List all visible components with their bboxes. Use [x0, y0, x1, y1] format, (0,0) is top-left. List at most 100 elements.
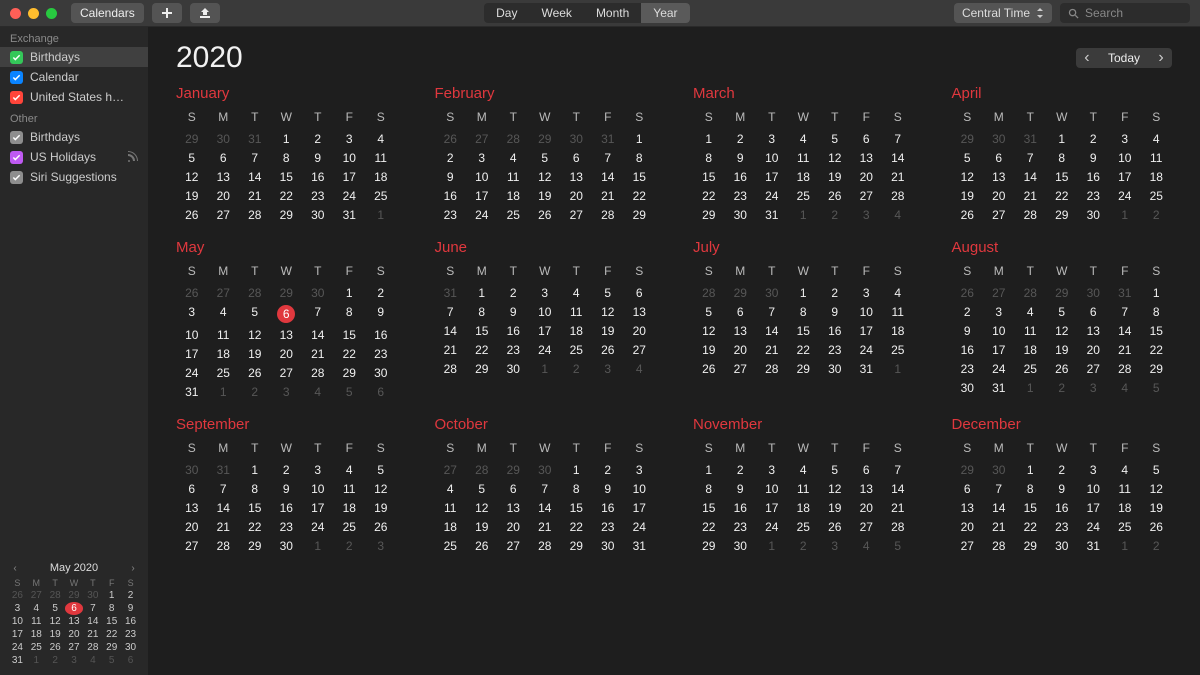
day-cell[interactable]: 19 — [1141, 500, 1173, 516]
day-cell[interactable]: 1 — [1109, 207, 1141, 223]
day-cell[interactable]: 13 — [561, 169, 593, 185]
day-cell[interactable]: 20 — [725, 342, 757, 358]
day-cell[interactable]: 22 — [1015, 519, 1047, 535]
day-cell[interactable]: 19 — [952, 188, 984, 204]
day-cell[interactable]: 29 — [693, 207, 725, 223]
day-cell[interactable]: 1 — [1109, 538, 1141, 554]
day-cell[interactable]: 17 — [176, 346, 208, 362]
close-icon[interactable] — [10, 8, 21, 19]
day-cell[interactable]: 6 — [983, 150, 1015, 166]
view-tab-week[interactable]: Week — [529, 3, 583, 23]
day-cell[interactable]: 21 — [208, 519, 240, 535]
day-cell[interactable]: 28 — [1015, 207, 1047, 223]
day-cell[interactable]: 29 — [498, 462, 530, 478]
day-cell[interactable]: 5 — [882, 538, 914, 554]
day-cell[interactable]: 13 — [498, 500, 530, 516]
day-cell[interactable]: 25 — [1109, 519, 1141, 535]
mini-day-cell[interactable]: 18 — [27, 628, 46, 641]
day-cell[interactable]: 29 — [693, 538, 725, 554]
calendar-checkbox[interactable] — [10, 131, 23, 144]
day-cell[interactable]: 5 — [176, 150, 208, 166]
day-cell[interactable]: 7 — [302, 304, 334, 324]
day-cell[interactable]: 28 — [208, 538, 240, 554]
day-cell[interactable]: 21 — [239, 188, 271, 204]
day-cell[interactable]: 15 — [466, 323, 498, 339]
day-cell[interactable]: 22 — [1141, 342, 1173, 358]
day-cell[interactable]: 25 — [788, 188, 820, 204]
day-cell[interactable]: 16 — [302, 169, 334, 185]
mini-day-cell[interactable]: 11 — [27, 615, 46, 628]
day-cell[interactable]: 11 — [1141, 150, 1173, 166]
day-cell[interactable]: 24 — [756, 188, 788, 204]
day-cell[interactable]: 9 — [498, 304, 530, 320]
day-cell[interactable]: 29 — [334, 365, 366, 381]
day-cell[interactable]: 25 — [1015, 361, 1047, 377]
day-cell[interactable]: 16 — [365, 327, 397, 343]
day-cell[interactable]: 7 — [1015, 150, 1047, 166]
day-cell[interactable]: 20 — [851, 500, 883, 516]
mini-day-cell[interactable]: 10 — [8, 615, 27, 628]
mini-day-cell[interactable]: 16 — [121, 615, 140, 628]
day-cell[interactable]: 22 — [334, 346, 366, 362]
day-cell[interactable]: 18 — [334, 500, 366, 516]
mini-day-cell[interactable]: 3 — [65, 654, 84, 667]
day-cell[interactable]: 9 — [819, 304, 851, 320]
calendar-checkbox[interactable] — [10, 51, 23, 64]
day-cell[interactable]: 27 — [983, 207, 1015, 223]
day-cell[interactable]: 26 — [239, 365, 271, 381]
day-cell[interactable]: 21 — [1015, 188, 1047, 204]
calendar-checkbox[interactable] — [10, 171, 23, 184]
day-cell[interactable]: 19 — [466, 519, 498, 535]
day-cell[interactable]: 30 — [952, 380, 984, 396]
day-cell[interactable]: 31 — [208, 462, 240, 478]
day-cell[interactable]: 20 — [271, 346, 303, 362]
day-cell[interactable]: 13 — [271, 327, 303, 343]
day-cell[interactable]: 21 — [882, 500, 914, 516]
day-cell[interactable]: 11 — [882, 304, 914, 320]
day-cell[interactable]: 5 — [466, 481, 498, 497]
day-cell[interactable]: 23 — [271, 519, 303, 535]
day-cell[interactable]: 30 — [819, 361, 851, 377]
day-cell[interactable]: 2 — [334, 538, 366, 554]
day-cell[interactable]: 2 — [561, 361, 593, 377]
day-cell[interactable]: 8 — [334, 304, 366, 324]
day-cell[interactable]: 9 — [1046, 481, 1078, 497]
day-cell[interactable]: 29 — [561, 538, 593, 554]
day-cell[interactable]: 28 — [693, 285, 725, 301]
day-cell[interactable]: 2 — [788, 538, 820, 554]
day-cell[interactable]: 5 — [1141, 462, 1173, 478]
day-cell[interactable]: 31 — [176, 384, 208, 400]
day-cell[interactable]: 14 — [529, 500, 561, 516]
day-cell[interactable]: 28 — [302, 365, 334, 381]
day-cell[interactable]: 29 — [788, 361, 820, 377]
day-cell[interactable]: 27 — [952, 538, 984, 554]
day-cell[interactable]: 30 — [1078, 207, 1110, 223]
day-cell[interactable]: 8 — [561, 481, 593, 497]
month-title[interactable]: August — [952, 239, 1173, 256]
day-cell[interactable]: 10 — [756, 481, 788, 497]
day-cell[interactable]: 15 — [1141, 323, 1173, 339]
mini-day-cell[interactable]: 26 — [46, 641, 65, 654]
day-cell[interactable]: 8 — [1046, 150, 1078, 166]
mini-day-cell[interactable]: 29 — [65, 589, 84, 602]
mini-day-cell[interactable]: 13 — [65, 615, 84, 628]
day-cell[interactable]: 15 — [334, 327, 366, 343]
day-cell[interactable]: 5 — [952, 150, 984, 166]
day-cell[interactable]: 19 — [365, 500, 397, 516]
day-cell[interactable]: 17 — [851, 323, 883, 339]
day-cell[interactable]: 18 — [498, 188, 530, 204]
day-cell[interactable]: 31 — [624, 538, 656, 554]
day-cell[interactable]: 6 — [498, 481, 530, 497]
day-cell[interactable]: 17 — [1078, 500, 1110, 516]
day-cell[interactable]: 6 — [271, 304, 303, 324]
month-title[interactable]: September — [176, 416, 397, 433]
day-cell[interactable]: 15 — [693, 500, 725, 516]
calendar-checkbox[interactable] — [10, 91, 23, 104]
sidebar-calendar-item[interactable]: United States h… — [0, 87, 148, 107]
mini-day-cell[interactable]: 23 — [121, 628, 140, 641]
day-cell[interactable]: 7 — [435, 304, 467, 320]
day-cell[interactable]: 1 — [561, 462, 593, 478]
day-cell[interactable]: 11 — [1109, 481, 1141, 497]
day-cell[interactable]: 2 — [1078, 131, 1110, 147]
day-cell[interactable]: 10 — [1109, 150, 1141, 166]
